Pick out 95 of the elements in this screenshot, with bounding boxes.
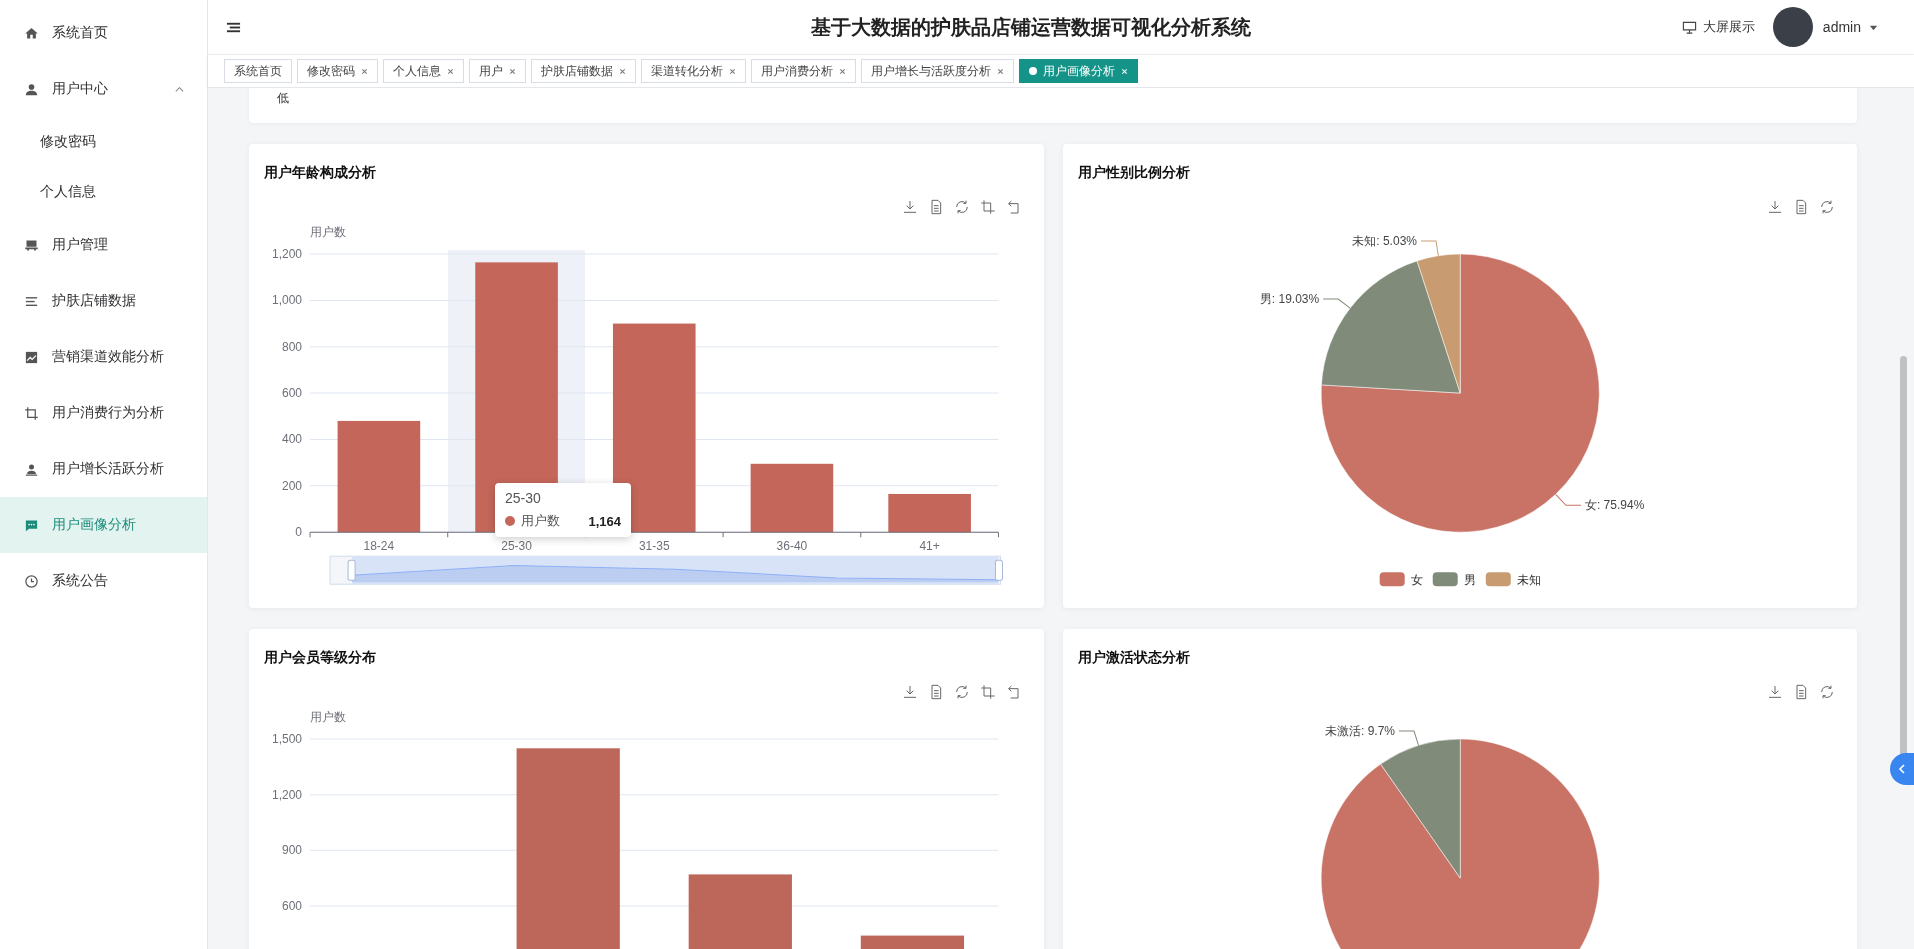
- undo-icon[interactable]: [1005, 684, 1022, 700]
- close-icon[interactable]: [729, 67, 736, 75]
- axis-title: 用户数: [310, 710, 347, 724]
- leader-line: [1554, 493, 1581, 506]
- sidebar-item[interactable]: 用户画像分析: [0, 497, 207, 553]
- axis-tick-label: 0: [295, 525, 303, 540]
- sidebar-item[interactable]: 系统首页: [0, 5, 207, 61]
- avatar[interactable]: [1772, 7, 1813, 47]
- slice-label: 未知: 5.03%: [1351, 233, 1417, 248]
- data-zoom-slider[interactable]: [329, 555, 1003, 585]
- card-title: 用户激活状态分析: [1076, 648, 1191, 667]
- tab[interactable]: 个人信息: [383, 59, 464, 83]
- axis-tick-label: 25-30: [501, 539, 532, 554]
- refresh-icon[interactable]: [1819, 684, 1835, 700]
- legend-label: 女: [1410, 573, 1423, 588]
- slice-label: 女: 75.94%: [1584, 498, 1644, 513]
- axis-tick-label: 1,500: [272, 732, 303, 746]
- user-menu[interactable]: admin: [1822, 19, 1878, 35]
- series-dot-icon: [505, 516, 515, 526]
- sidebar-item[interactable]: 用户增长活跃分析: [0, 441, 207, 497]
- scrollbar-thumb[interactable]: [1900, 356, 1907, 756]
- refresh-icon[interactable]: [953, 199, 970, 215]
- sidebar-item[interactable]: 用户中心: [0, 61, 207, 117]
- tab[interactable]: 系统首页: [224, 59, 292, 83]
- axis-tick-label: 800: [282, 339, 303, 354]
- axis-tick-label: 900: [282, 843, 303, 858]
- monitor-icon: [1681, 19, 1697, 35]
- sidebar-item[interactable]: 护肤店铺数据: [0, 273, 207, 329]
- document-icon[interactable]: [1793, 684, 1809, 700]
- sidebar-item[interactable]: 用户管理: [0, 217, 207, 273]
- undo-icon[interactable]: [1005, 199, 1022, 215]
- leader-line: [1322, 298, 1351, 309]
- tab[interactable]: 修改密码: [297, 59, 378, 83]
- crop-icon[interactable]: [979, 199, 996, 215]
- user-icon: [24, 81, 39, 97]
- download-icon[interactable]: [1767, 684, 1783, 700]
- close-icon[interactable]: [619, 67, 626, 75]
- sidebar-item[interactable]: 营销渠道效能分析: [0, 329, 207, 385]
- crop-icon: [24, 405, 39, 421]
- axis-tick-label: 1,000: [272, 293, 303, 308]
- card-title: 用户年龄构成分析: [263, 163, 377, 182]
- crop-icon[interactable]: [979, 684, 996, 700]
- axis-tick-label: 200: [282, 478, 303, 493]
- axis-tick-label: 600: [282, 898, 303, 913]
- close-icon[interactable]: [361, 67, 368, 75]
- download-icon[interactable]: [901, 684, 918, 700]
- tab[interactable]: 用户消费分析: [751, 59, 856, 83]
- tab[interactable]: 用户画像分析: [1019, 59, 1138, 83]
- close-icon[interactable]: [839, 67, 846, 75]
- axis-tick-label: 1,200: [272, 247, 303, 261]
- legend-label: 男: [1463, 573, 1476, 588]
- legend-item[interactable]: 未知: [1485, 572, 1541, 588]
- sidebar-subitem[interactable]: 修改密码: [0, 117, 207, 167]
- sidebar-item[interactable]: 系统公告: [0, 553, 207, 609]
- axis-title: 用户数: [310, 225, 347, 239]
- tab[interactable]: 护肤店铺数据: [531, 59, 636, 83]
- clock-icon: [24, 573, 39, 589]
- document-icon[interactable]: [1793, 199, 1809, 215]
- leader-line: [1398, 730, 1419, 746]
- close-icon[interactable]: [509, 67, 516, 75]
- tab[interactable]: 用户增长与活跃度分析: [861, 59, 1014, 83]
- close-icon[interactable]: [447, 67, 454, 75]
- refresh-icon[interactable]: [953, 684, 970, 700]
- panel-toggle-button[interactable]: [1890, 753, 1914, 785]
- card-title: 用户性别比例分析: [1076, 163, 1191, 182]
- big-screen-button[interactable]: 大屏展示: [1681, 18, 1755, 36]
- card-text: 低: [277, 90, 289, 107]
- axis-tick-label: 1,200: [272, 787, 303, 802]
- axis-tick-label: 41+: [919, 539, 940, 554]
- tooltip-value: 1,164: [588, 513, 621, 529]
- axis-tick-label: 400: [282, 432, 303, 447]
- tab[interactable]: 渠道转化分析: [641, 59, 746, 83]
- download-icon[interactable]: [1767, 199, 1783, 215]
- leader-line: [1420, 240, 1439, 257]
- sidebar-item[interactable]: 用户消费行为分析: [0, 385, 207, 441]
- legend-label: 未知: [1516, 573, 1541, 588]
- slice-label: 未激活: 9.7%: [1324, 724, 1395, 739]
- chart-icon: [24, 349, 39, 365]
- axis-tick-label: 600: [282, 386, 303, 401]
- card-title: 用户会员等级分布: [263, 648, 377, 667]
- tooltip-series: 用户数: [521, 512, 560, 530]
- active-dot-icon: [1029, 67, 1037, 75]
- axis-tick-label: 36-40: [776, 539, 808, 554]
- page-title: 基于大数据的护肤品店铺运营数据可视化分析系统: [810, 14, 1253, 40]
- download-icon[interactable]: [901, 199, 918, 215]
- slice-label: 男: 19.03%: [1259, 292, 1319, 306]
- axis-tick-label: 18-24: [363, 539, 395, 554]
- tab[interactable]: 用户: [469, 59, 526, 83]
- axis-tick-label: 31-35: [638, 539, 670, 554]
- chevron-left-icon: [1897, 764, 1907, 774]
- home-icon: [24, 25, 39, 41]
- tooltip-title: 25-30: [505, 490, 542, 506]
- close-icon[interactable]: [997, 67, 1004, 75]
- sidebar-subitem[interactable]: 个人信息: [0, 167, 207, 217]
- refresh-icon[interactable]: [1819, 199, 1835, 215]
